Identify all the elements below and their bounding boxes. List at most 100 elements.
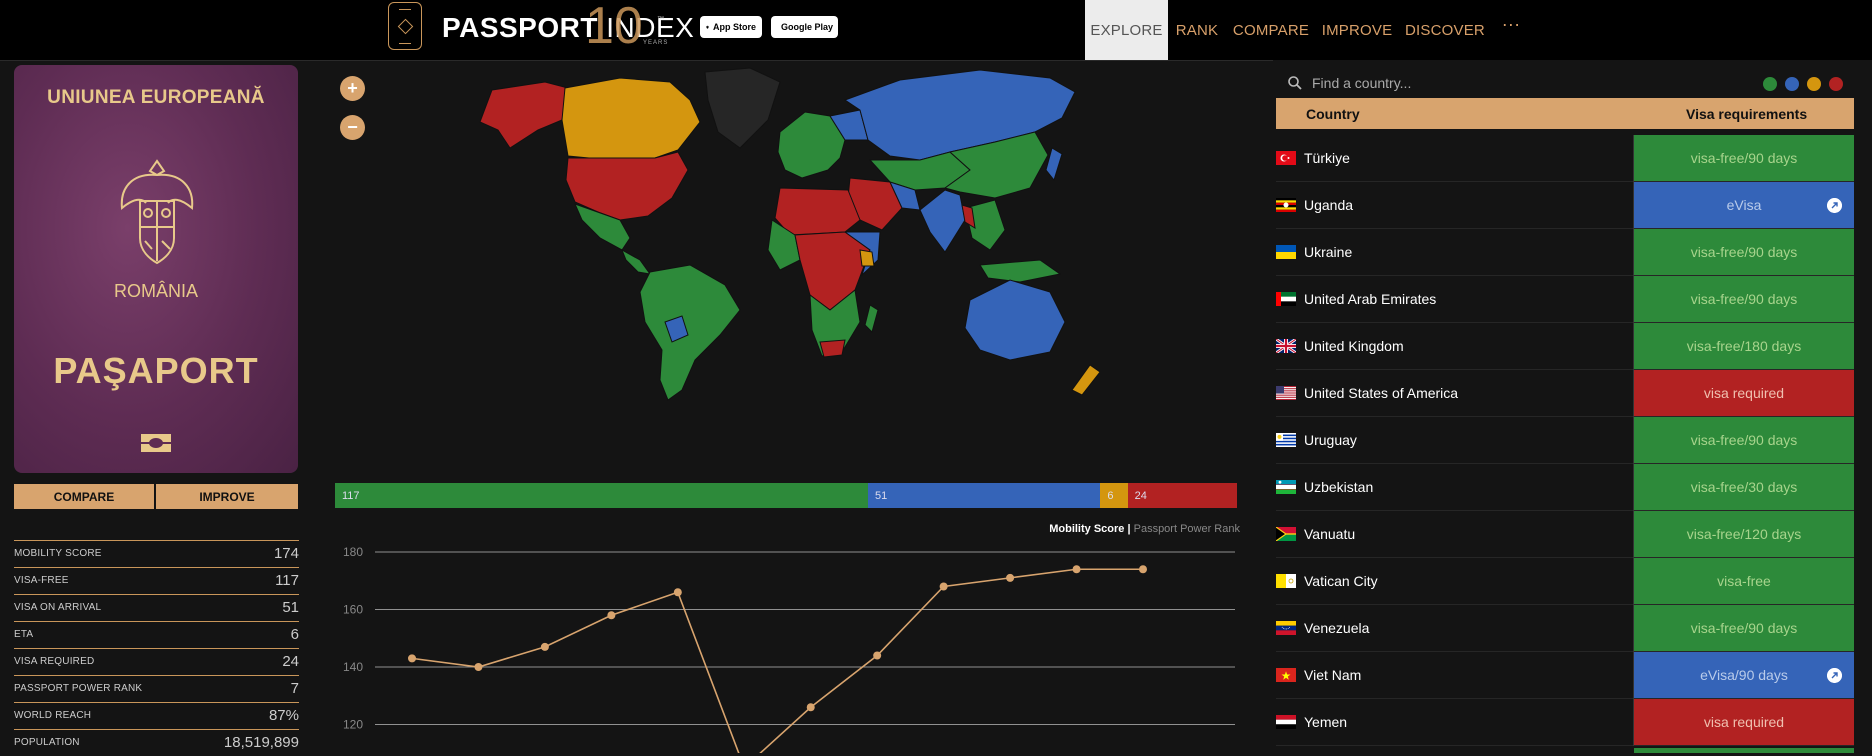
table-row[interactable]: Uzbekistan visa-free/30 days xyxy=(1276,464,1854,511)
stat-row: ETA 6 xyxy=(14,621,299,647)
external-link-icon[interactable] xyxy=(1827,198,1842,213)
chart-point[interactable] xyxy=(673,588,682,597)
country-name: United Arab Emirates xyxy=(1304,291,1437,307)
table-row[interactable]: Vatican City visa-free xyxy=(1276,558,1854,605)
google-play-button[interactable]: Google Play xyxy=(771,16,838,38)
map-region-indonesia xyxy=(979,259,1062,283)
summary-segment: 51 xyxy=(868,483,1101,508)
table-row[interactable]: United Kingdom visa-free/180 days xyxy=(1276,323,1854,370)
chart-point[interactable] xyxy=(474,663,483,671)
visa-requirement-cell[interactable]: eVisa/90 days xyxy=(1634,652,1854,698)
uzbekistan-flag-icon xyxy=(1276,480,1296,494)
map-region-japan xyxy=(1045,147,1063,182)
country-name: Uruguay xyxy=(1304,432,1357,448)
stat-row: VISA REQUIRED 24 xyxy=(14,648,299,674)
uruguay-flag-icon xyxy=(1276,433,1296,447)
app-store-label: App Store xyxy=(712,22,756,32)
nav-explore[interactable]: EXPLORE xyxy=(1085,0,1168,60)
table-row[interactable]: Ukraine visa-free/90 days xyxy=(1276,229,1854,276)
visa-requirement-text: visa-free/30 days xyxy=(1690,479,1798,495)
chart-point[interactable] xyxy=(607,611,616,620)
visa-requirement-text: visa required xyxy=(1703,385,1785,401)
column-header-visa[interactable]: Visa requirements xyxy=(1686,106,1807,122)
stat-label: ETA xyxy=(14,629,34,640)
usa-flag-icon xyxy=(1276,386,1296,400)
visa-requirement-text: visa required xyxy=(1703,714,1785,730)
visa-requirement-text: visa-free/90 days xyxy=(1690,620,1798,636)
country-search[interactable] xyxy=(1276,70,1756,96)
filter-dot[interactable] xyxy=(1807,77,1821,91)
map-region-canada xyxy=(561,77,701,161)
visa-requirement-cell: visa-free/90 days xyxy=(1634,229,1854,275)
yemen-flag-icon xyxy=(1276,715,1296,729)
table-row[interactable]: Viet Nam eVisa/90 days xyxy=(1276,652,1854,699)
passport-stats-list: MOBILITY SCORE 174 VISA-FREE 117 VISA ON ARR… xyxy=(14,540,299,756)
country-name: Uzbekistan xyxy=(1304,479,1374,495)
map-zoom-out-button[interactable]: − xyxy=(340,115,365,140)
stat-value: 6 xyxy=(290,626,299,643)
nav-discover[interactable]: DISCOVER xyxy=(1402,0,1488,60)
filter-dot[interactable] xyxy=(1763,77,1777,91)
app-store-button[interactable]: App Store xyxy=(700,16,762,38)
passport-logo-icon[interactable] xyxy=(388,2,422,50)
stat-row: VISA-FREE 117 xyxy=(14,567,299,593)
stat-value: 7 xyxy=(290,680,299,697)
improve-passport-button[interactable]: IMPROVE xyxy=(156,484,298,509)
chart-point[interactable] xyxy=(939,582,948,591)
map-region-central-africa xyxy=(794,231,871,311)
filter-dot[interactable] xyxy=(1829,77,1843,91)
table-row[interactable]: Türkiye visa-free/90 days xyxy=(1276,135,1854,182)
map-zoom-in-button[interactable]: + xyxy=(340,76,365,101)
chart-point[interactable] xyxy=(806,703,815,712)
visa-summary-bar: 117 51 6 24 xyxy=(335,483,1237,508)
next-row-peek xyxy=(1634,748,1854,753)
visa-requirement-text: eVisa/90 days xyxy=(1700,667,1788,683)
chart-point[interactable] xyxy=(1139,565,1147,574)
nav-improve[interactable]: IMPROVE xyxy=(1318,0,1396,60)
world-visa-map[interactable] xyxy=(450,60,1100,420)
compare-passport-button[interactable]: COMPARE xyxy=(14,484,155,509)
table-row[interactable]: United Arab Emirates visa-free/90 days xyxy=(1276,276,1854,323)
visa-requirement-cell[interactable]: eVisa xyxy=(1634,182,1854,228)
logo-main: PASSPORT xyxy=(442,12,598,43)
stat-label: POPULATION xyxy=(14,737,80,748)
country-search-input[interactable] xyxy=(1310,74,1714,92)
country-name: Vatican City xyxy=(1304,573,1378,589)
map-region-north-africa xyxy=(774,187,861,236)
chart-point[interactable] xyxy=(408,654,416,663)
stat-value: 18,519,899 xyxy=(223,734,299,751)
chart-point[interactable] xyxy=(1006,573,1015,582)
visa-requirement-text: visa-free/90 days xyxy=(1690,432,1798,448)
nav-compare[interactable]: COMPARE xyxy=(1230,0,1312,60)
visa-requirement-cell: visa-free/90 days xyxy=(1634,276,1854,322)
chart-point[interactable] xyxy=(873,651,882,660)
passport-cover-image: UNIUNEA EUROPEANĂ ROMÂNIA PAŞAPORT xyxy=(14,65,298,473)
external-link-icon[interactable] xyxy=(1827,668,1842,683)
table-row[interactable]: Venezuela visa-free/90 days xyxy=(1276,605,1854,652)
table-header: Country Visa requirements xyxy=(1276,98,1854,129)
stat-row: VISA ON ARRIVAL 51 xyxy=(14,594,299,620)
stat-value: 87% xyxy=(268,707,299,724)
passport-word: PAŞAPORT xyxy=(53,350,259,391)
table-row[interactable]: Yemen visa required xyxy=(1276,699,1854,746)
nav-rank[interactable]: RANK xyxy=(1170,0,1224,60)
filter-dot[interactable] xyxy=(1785,77,1799,91)
table-row[interactable]: Vanuatu visa-free/120 days xyxy=(1276,511,1854,558)
chart-y-tick-label: 180 xyxy=(343,545,363,559)
visa-requirement-cell: visa required xyxy=(1634,699,1854,745)
stat-label: VISA-FREE xyxy=(14,575,69,586)
column-header-country[interactable]: Country xyxy=(1306,106,1360,122)
visa-requirement-text: visa-free/90 days xyxy=(1690,150,1798,166)
legend-mobility-score[interactable]: Mobility Score xyxy=(1049,523,1124,535)
table-row[interactable]: United States of America visa required xyxy=(1276,370,1854,417)
chart-point[interactable] xyxy=(540,642,549,651)
legend-power-rank[interactable]: Passport Power Rank xyxy=(1134,523,1240,535)
legend-separator: | xyxy=(1124,523,1134,535)
table-row[interactable]: Uruguay visa-free/90 days xyxy=(1276,417,1854,464)
vanuatu-flag-icon xyxy=(1276,527,1296,541)
chart-point[interactable] xyxy=(1072,565,1081,574)
table-row[interactable]: Uganda eVisa xyxy=(1276,182,1854,229)
visa-requirement-cell: visa-free/90 days xyxy=(1634,135,1854,181)
nav-more-menu[interactable]: ··· xyxy=(1494,0,1528,54)
chart-y-tick-label: 160 xyxy=(343,603,363,617)
